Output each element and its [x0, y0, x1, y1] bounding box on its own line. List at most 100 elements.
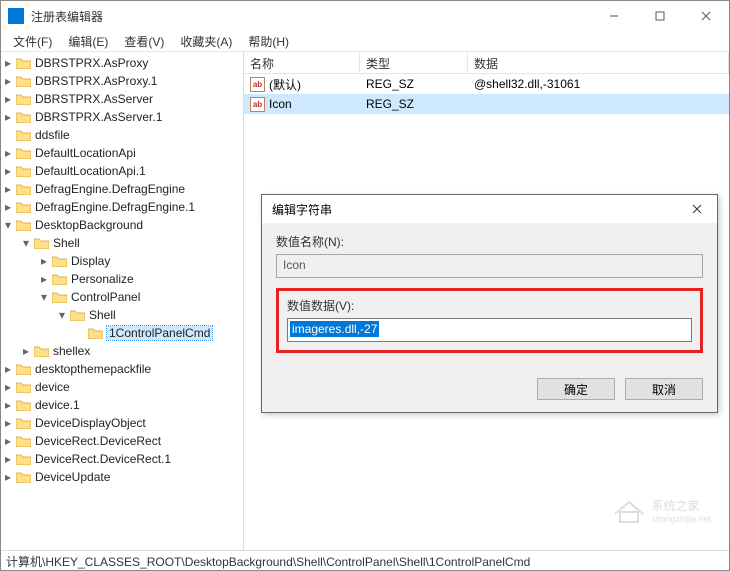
- value-data-input[interactable]: imageres.dll,-27: [287, 318, 692, 342]
- expand-toggle-icon[interactable]: ▸: [1, 470, 15, 484]
- tree-item[interactable]: ▸ device.1: [1, 396, 243, 414]
- tree-pane[interactable]: ▸DBRSTPRX.AsProxy▸DBRSTPRX.AsProxy.1▸DBR…: [1, 52, 244, 550]
- folder-icon: [15, 362, 31, 376]
- tree-item-label: DefaultLocationApi: [35, 146, 136, 160]
- statusbar: 计算机\HKEY_CLASSES_ROOT\DesktopBackground\…: [1, 550, 729, 570]
- tree-item-label: 1ControlPanelCmd: [107, 326, 212, 340]
- expand-toggle-icon[interactable]: ▾: [19, 236, 33, 250]
- cancel-button[interactable]: 取消: [625, 378, 703, 400]
- expand-toggle-icon[interactable]: ▸: [1, 110, 15, 124]
- menu-file[interactable]: 文件(F): [5, 31, 60, 52]
- tree-item[interactable]: ▸ DBRSTPRX.AsProxy.1: [1, 72, 243, 90]
- tree-item[interactable]: ▸DBRSTPRX.AsServer: [1, 90, 243, 108]
- tree-item[interactable]: ▾ ControlPanel: [1, 288, 243, 306]
- menu-help[interactable]: 帮助(H): [240, 31, 297, 52]
- expand-toggle-icon[interactable]: ▸: [37, 272, 51, 286]
- tree-item[interactable]: ▸DeviceUpdate: [1, 468, 243, 486]
- folder-icon: [15, 110, 31, 124]
- close-icon: [692, 204, 702, 214]
- tree-item[interactable]: ▾Shell: [1, 306, 243, 324]
- expand-toggle-icon[interactable]: ▸: [1, 200, 15, 214]
- expand-toggle-icon[interactable]: ▸: [1, 56, 15, 70]
- value-name: (默认): [269, 76, 301, 93]
- expand-toggle-icon[interactable]: ▸: [1, 74, 15, 88]
- tree-item[interactable]: ▸ DefaultLocationApi: [1, 144, 243, 162]
- tree-item-label: device.1: [35, 398, 80, 412]
- tree-item[interactable]: ▾ Shell: [1, 234, 243, 252]
- tree-item-label: DeviceRect.DeviceRect: [35, 434, 161, 448]
- folder-icon: [33, 236, 49, 250]
- tree-item[interactable]: ▸ DeviceRect.DeviceRect: [1, 432, 243, 450]
- expand-toggle-icon[interactable]: ▸: [1, 164, 15, 178]
- folder-icon: [15, 398, 31, 412]
- tree-item[interactable]: ▸DefragEngine.DefragEngine: [1, 180, 243, 198]
- folder-icon: [15, 218, 31, 232]
- tree-item[interactable]: ▸DeviceDisplayObject: [1, 414, 243, 432]
- col-type[interactable]: 类型: [360, 52, 468, 73]
- expand-toggle-icon[interactable]: ▾: [1, 218, 15, 232]
- col-data[interactable]: 数据: [468, 52, 729, 73]
- tree-item-label: shellex: [53, 344, 90, 358]
- tree-item[interactable]: 1ControlPanelCmd: [1, 324, 243, 342]
- tree-item[interactable]: ▾DesktopBackground: [1, 216, 243, 234]
- folder-icon: [15, 164, 31, 178]
- expand-toggle-icon[interactable]: ▸: [37, 254, 51, 268]
- highlight-box: 数值数据(V): imageres.dll,-27: [276, 288, 703, 353]
- value-name: Icon: [269, 97, 292, 111]
- expand-toggle-icon[interactable]: ▸: [1, 380, 15, 394]
- expand-toggle-icon[interactable]: ▸: [1, 416, 15, 430]
- menu-favorites[interactable]: 收藏夹(A): [172, 31, 240, 52]
- tree-item[interactable]: ▸DefaultLocationApi.1: [1, 162, 243, 180]
- expand-toggle-icon[interactable]: ▾: [55, 308, 69, 322]
- folder-icon: [15, 128, 31, 142]
- string-value-icon: ab: [250, 77, 265, 92]
- watermark-line2: xitongzhijia.net: [651, 514, 711, 524]
- menu-edit[interactable]: 编辑(E): [60, 31, 116, 52]
- tree-item-label: device: [35, 380, 70, 394]
- folder-icon: [51, 254, 67, 268]
- minimize-button[interactable]: [591, 1, 637, 31]
- tree-item-label: ControlPanel: [71, 290, 140, 304]
- expand-toggle-icon[interactable]: ▸: [1, 398, 15, 412]
- list-row[interactable]: abIconREG_SZ: [244, 94, 729, 114]
- menu-view[interactable]: 查看(V): [116, 31, 172, 52]
- expand-toggle-icon[interactable]: ▸: [1, 434, 15, 448]
- maximize-button[interactable]: [637, 1, 683, 31]
- folder-icon: [87, 326, 103, 340]
- string-value-icon: ab: [250, 97, 265, 112]
- tree-item[interactable]: ▸DBRSTPRX.AsProxy: [1, 54, 243, 72]
- expand-toggle-icon[interactable]: ▸: [1, 146, 15, 160]
- folder-icon: [15, 56, 31, 70]
- expand-toggle-icon[interactable]: ▸: [19, 344, 33, 358]
- dialog-close-button[interactable]: [677, 195, 717, 223]
- window-title: 注册表编辑器: [31, 8, 591, 25]
- watermark-line1: 系统之家: [651, 497, 711, 514]
- tree-item[interactable]: ▸DefragEngine.DefragEngine.1: [1, 198, 243, 216]
- close-button[interactable]: [683, 1, 729, 31]
- folder-icon: [15, 434, 31, 448]
- tree-item[interactable]: ▸Personalize: [1, 270, 243, 288]
- tree-item[interactable]: ddsfile: [1, 126, 243, 144]
- tree-item[interactable]: ▸Display: [1, 252, 243, 270]
- ok-button[interactable]: 确定: [537, 378, 615, 400]
- expand-toggle-icon[interactable]: ▸: [1, 182, 15, 196]
- col-name[interactable]: 名称: [244, 52, 360, 73]
- tree-item[interactable]: ▸ shellex: [1, 342, 243, 360]
- folder-icon: [15, 92, 31, 106]
- tree-item-label: DBRSTPRX.AsProxy.1: [35, 74, 157, 88]
- dialog-title: 编辑字符串: [272, 201, 332, 218]
- titlebar: 注册表编辑器: [1, 1, 729, 31]
- expand-toggle-icon[interactable]: ▸: [1, 362, 15, 376]
- expand-toggle-icon[interactable]: ▸: [1, 452, 15, 466]
- folder-icon: [15, 182, 31, 196]
- folder-icon: [15, 200, 31, 214]
- tree-item-label: Shell: [53, 236, 80, 250]
- list-row[interactable]: ab(默认)REG_SZ@shell32.dll,-31061: [244, 74, 729, 94]
- tree-item[interactable]: ▸DeviceRect.DeviceRect.1: [1, 450, 243, 468]
- folder-icon: [51, 290, 67, 304]
- tree-item[interactable]: ▸desktopthemepackfile: [1, 360, 243, 378]
- tree-item[interactable]: ▸DBRSTPRX.AsServer.1: [1, 108, 243, 126]
- expand-toggle-icon[interactable]: ▸: [1, 92, 15, 106]
- expand-toggle-icon[interactable]: ▾: [37, 290, 51, 304]
- tree-item[interactable]: ▸ device: [1, 378, 243, 396]
